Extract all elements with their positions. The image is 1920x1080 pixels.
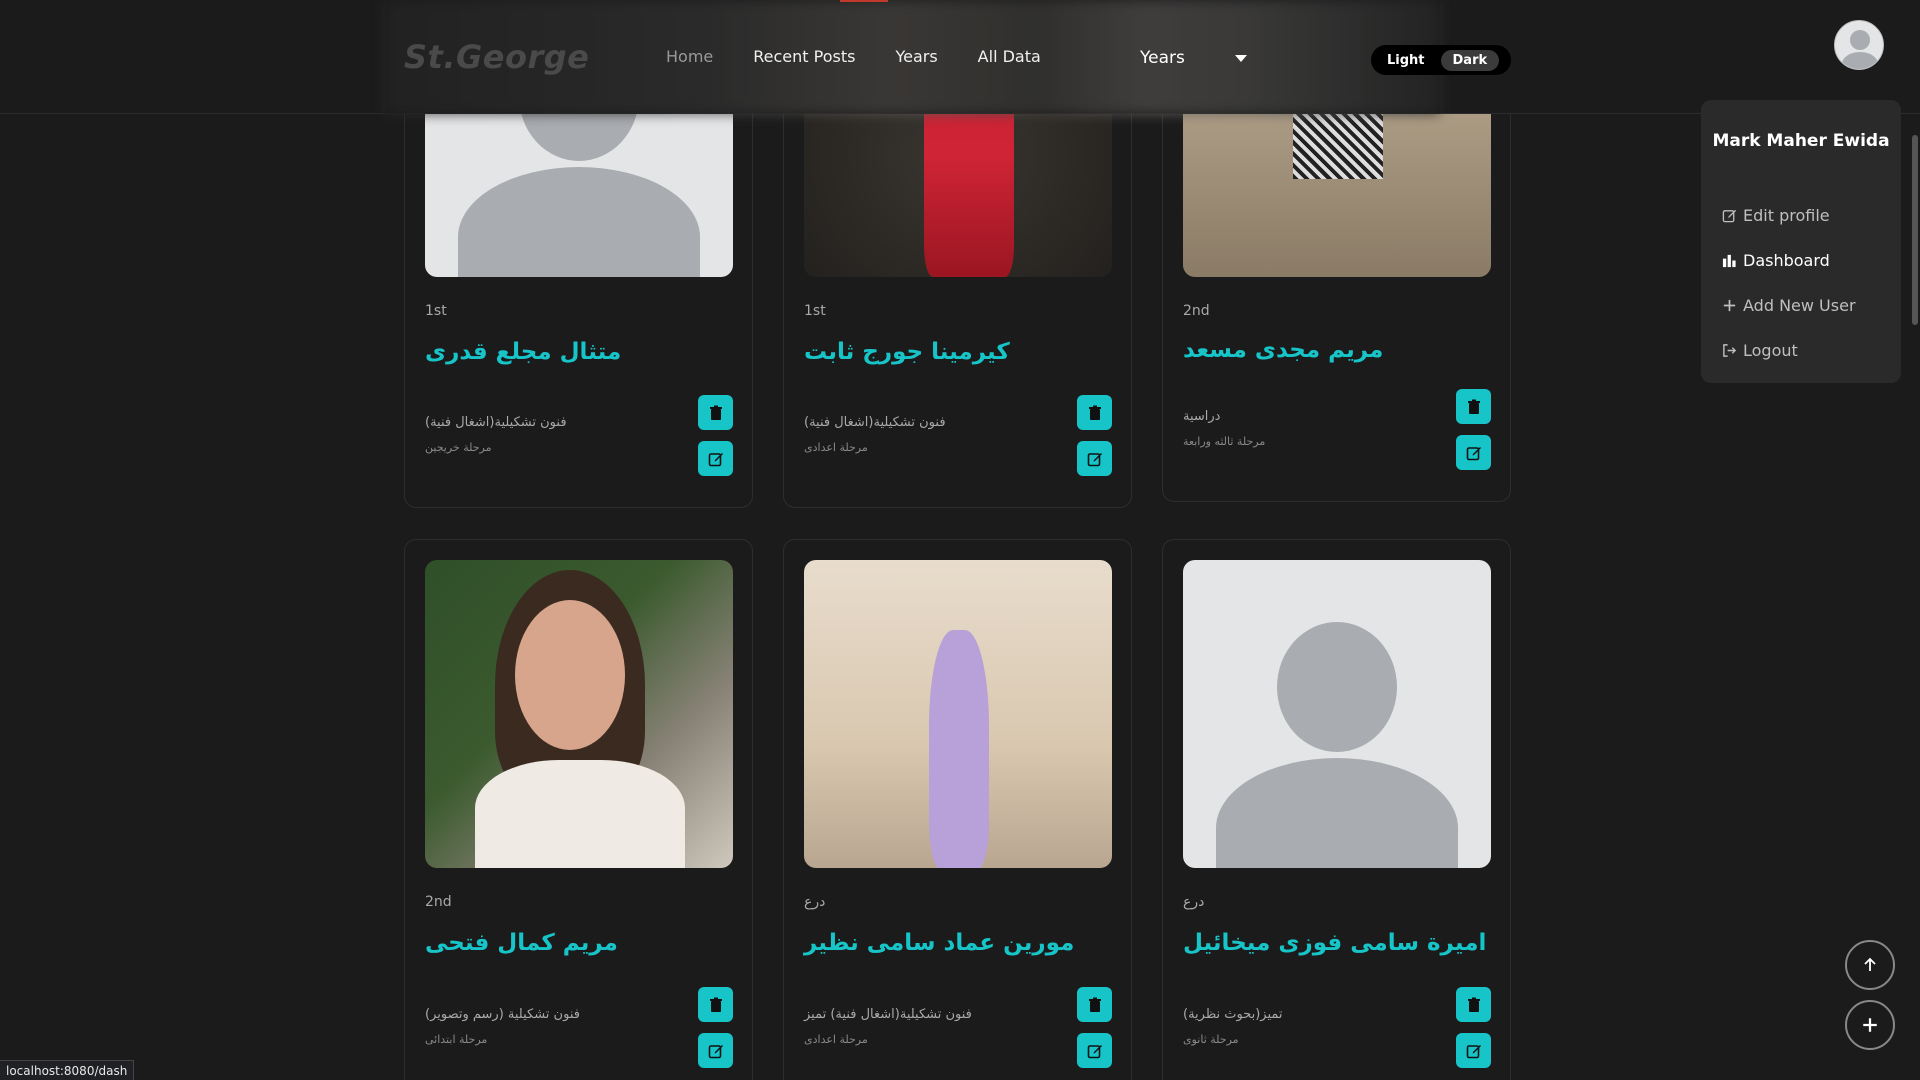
student-name[interactable]: متثال مجلع قدرى xyxy=(425,339,621,365)
nav-link-recent-posts[interactable]: Recent Posts xyxy=(753,47,855,66)
navbar: St.George Home Recent Posts Years All Da… xyxy=(0,0,1920,114)
years-dropdown-label: Years xyxy=(1140,48,1185,68)
menu-item-edit-profile[interactable]: Edit profile xyxy=(1721,206,1830,225)
student-stage: مرحلة ثانوى xyxy=(1183,1033,1239,1046)
theme-dark-option[interactable]: Dark xyxy=(1440,49,1500,71)
edit-icon xyxy=(708,1044,723,1058)
status-bar-url: localhost:8080/dash xyxy=(0,1060,135,1080)
student-photo[interactable] xyxy=(804,560,1112,868)
student-name[interactable]: اميرة سامى فوزى ميخائيل xyxy=(1183,930,1486,956)
logout-icon xyxy=(1721,343,1737,359)
menu-item-add-new-user[interactable]: Add New User xyxy=(1721,296,1856,315)
user-avatar-button[interactable] xyxy=(1834,20,1884,70)
arrow-up-icon xyxy=(1864,957,1876,971)
add-button[interactable] xyxy=(1845,1000,1895,1050)
trash-icon xyxy=(1467,399,1480,414)
student-card: درع مورين عماد سامى نظير فنون تشكيلية(اش… xyxy=(783,539,1132,1080)
student-department: فنون تشكيلية(اشغال فنية) xyxy=(425,415,567,430)
user-avatar-icon xyxy=(1850,30,1870,50)
student-name[interactable]: مريم كمال فتحى xyxy=(425,930,618,956)
student-department: فنون تشكيلية (رسم وتصوير) xyxy=(425,1007,580,1022)
student-card: درع اميرة سامى فوزى ميخائيل تميز(بحوث نظ… xyxy=(1162,539,1511,1080)
student-year: 2nd xyxy=(1183,303,1210,319)
student-stage: مرحلة ثالثه ورابعة xyxy=(1183,435,1266,448)
student-card: 2nd مريم كمال فتحى فنون تشكيلية (رسم وتص… xyxy=(404,539,753,1080)
delete-button[interactable] xyxy=(1456,389,1491,424)
nav-link-all-data[interactable]: All Data xyxy=(978,47,1041,66)
trash-icon xyxy=(709,997,722,1012)
edit-icon xyxy=(1087,1044,1102,1058)
delete-button[interactable] xyxy=(698,987,733,1022)
student-name[interactable]: مريم مجدى مسعد xyxy=(1183,337,1383,363)
edit-icon xyxy=(1466,446,1481,460)
plus-icon xyxy=(1721,298,1737,314)
theme-toggle[interactable]: Light Dark xyxy=(1371,45,1511,75)
edit-icon xyxy=(1466,1044,1481,1058)
nav-link-home[interactable]: Home xyxy=(666,47,713,66)
edit-button[interactable] xyxy=(1456,435,1491,470)
trash-icon xyxy=(1088,997,1101,1012)
student-year: درع xyxy=(1183,894,1205,910)
theme-light-option[interactable]: Light xyxy=(1375,50,1437,71)
caret-down-icon xyxy=(1234,54,1247,62)
edit-button[interactable] xyxy=(698,441,733,476)
scroll-to-top-button[interactable] xyxy=(1845,940,1895,990)
delete-button[interactable] xyxy=(1077,987,1112,1022)
chart-bar-icon xyxy=(1721,253,1737,269)
student-year: 1st xyxy=(425,303,447,319)
edit-icon xyxy=(708,452,723,466)
avatar-placeholder-icon xyxy=(1277,622,1397,752)
edit-button[interactable] xyxy=(1456,1033,1491,1068)
edit-button[interactable] xyxy=(1077,441,1112,476)
menu-item-dashboard[interactable]: Dashboard xyxy=(1721,251,1830,270)
trash-icon xyxy=(1088,405,1101,420)
top-accent-line xyxy=(840,0,888,2)
nav-link-years[interactable]: Years xyxy=(895,47,937,66)
nav-links: Home Recent Posts Years All Data xyxy=(666,47,1041,66)
brand-logo[interactable]: St.George xyxy=(404,38,589,76)
student-department: فنون تشكيلية(اشغال فنية) xyxy=(804,415,946,430)
edit-button[interactable] xyxy=(698,1033,733,1068)
student-stage: مرحلة اعدادى xyxy=(804,1033,868,1046)
student-name[interactable]: مورين عماد سامى نظير xyxy=(804,930,1074,956)
menu-item-logout[interactable]: Logout xyxy=(1721,341,1798,360)
student-stage: مرحلة خريجين xyxy=(425,441,492,454)
edit-icon xyxy=(1721,208,1737,224)
delete-button[interactable] xyxy=(1077,395,1112,430)
student-photo[interactable] xyxy=(1183,560,1491,868)
trash-icon xyxy=(1467,997,1480,1012)
student-department: دراسية xyxy=(1183,409,1221,424)
scrollbar-thumb[interactable] xyxy=(1912,135,1918,325)
student-year: 1st xyxy=(804,303,826,319)
student-department: فنون تشكيلية(اشغال فنية) تميز xyxy=(804,1007,972,1022)
student-stage: مرحلة ابتدائى xyxy=(425,1033,488,1046)
trash-icon xyxy=(709,405,722,420)
edit-icon xyxy=(1087,452,1102,466)
student-name[interactable]: كيرمينا جورج ثابت xyxy=(804,339,1010,365)
delete-button[interactable] xyxy=(1456,987,1491,1022)
plus-icon xyxy=(1863,1018,1877,1032)
student-stage: مرحلة اعدادى xyxy=(804,441,868,454)
student-photo[interactable] xyxy=(425,560,733,868)
student-year: 2nd xyxy=(425,894,452,910)
user-dropdown-menu: Mark Maher Ewida Edit profile Dashboard … xyxy=(1701,100,1901,383)
delete-button[interactable] xyxy=(698,395,733,430)
user-name: Mark Maher Ewida xyxy=(1712,131,1890,151)
edit-button[interactable] xyxy=(1077,1033,1112,1068)
student-year: درع xyxy=(804,894,826,910)
student-department: تميز(بحوث نظرية) xyxy=(1183,1007,1283,1022)
years-dropdown[interactable]: Years xyxy=(1140,48,1247,68)
